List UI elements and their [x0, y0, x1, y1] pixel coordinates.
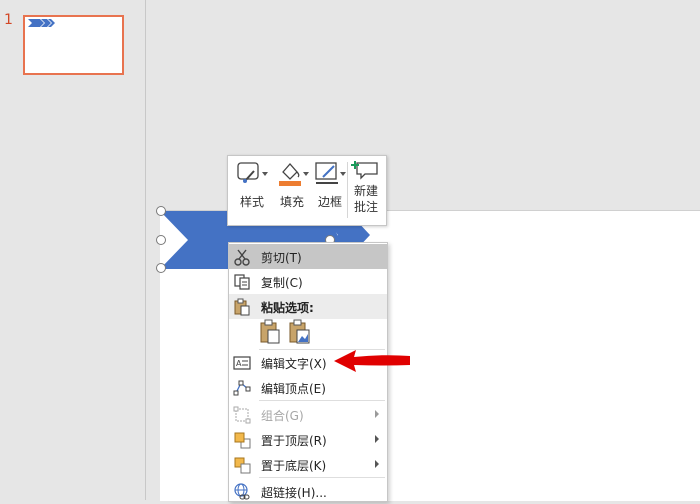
style-button[interactable]: 样式	[234, 160, 270, 210]
group-icon	[233, 406, 251, 424]
fill-button[interactable]: 填充	[274, 160, 310, 210]
outline-button[interactable]: 边框	[312, 160, 348, 210]
copy-icon	[234, 274, 250, 290]
edit-points-label: 编辑顶点(E)	[261, 382, 326, 396]
pane-divider[interactable]	[145, 0, 146, 500]
bring-to-front-label: 置于顶层(R)	[261, 434, 327, 448]
hyperlink-icon	[234, 483, 250, 500]
menu-item-send-to-back[interactable]: 置于底层(K)	[229, 452, 387, 477]
menu-separator	[259, 477, 385, 478]
submenu-chevron-icon	[375, 460, 379, 468]
scissors-icon	[234, 249, 250, 266]
thumbnail-chevron-shape	[28, 19, 55, 27]
edit-points-icon	[233, 380, 251, 396]
new-comment-label-line1: 新建	[353, 184, 378, 198]
new-comment-button[interactable]: 新建 批注	[349, 160, 383, 215]
group-label: 组合(G)	[261, 409, 304, 423]
copy-label: 复制(C)	[261, 276, 303, 290]
menu-separator	[259, 400, 385, 401]
menu-header-paste-options: 粘贴选项:	[229, 294, 387, 319]
slide-thumbnail-pane	[0, 0, 145, 500]
slide-thumbnail[interactable]	[23, 15, 124, 75]
send-to-back-label: 置于底层(K)	[261, 459, 327, 473]
menu-item-hyperlink[interactable]: 超链接(H)...	[229, 479, 387, 504]
paste-keep-source-icon[interactable]	[259, 319, 281, 345]
edit-text-icon: A	[233, 356, 251, 370]
submenu-chevron-icon	[375, 435, 379, 443]
cut-label: 剪切(T)	[261, 251, 302, 265]
menu-item-edit-points[interactable]: 编辑顶点(E)	[229, 375, 387, 400]
slide-number: 1	[4, 12, 13, 28]
menu-item-bring-to-front[interactable]: 置于顶层(R)	[229, 427, 387, 452]
paste-options-label: 粘贴选项:	[261, 301, 314, 315]
svg-text:A: A	[236, 359, 242, 368]
outline-label: 边框	[317, 195, 342, 209]
red-arrow-annotation	[334, 350, 410, 372]
hyperlink-label: 超链接(H)...	[261, 486, 327, 500]
bring-to-front-icon	[234, 432, 251, 449]
submenu-chevron-icon	[375, 410, 379, 418]
clipboard-icon	[234, 298, 250, 316]
fill-label: 填充	[279, 195, 304, 209]
paste-as-picture-icon[interactable]	[288, 319, 310, 345]
paint-bucket-icon	[279, 163, 309, 186]
new-comment-label-line2: 批注	[353, 200, 378, 214]
selection-handle-middle-left[interactable]	[156, 235, 166, 245]
menu-item-group[interactable]: 组合(G)	[229, 402, 387, 427]
shape-style-icon	[237, 162, 268, 183]
selection-handle-top-left[interactable]	[156, 206, 166, 216]
mini-toolbar: 样式 填充 边框 新建 批注	[227, 155, 387, 226]
selection-handle-bottom-left[interactable]	[156, 263, 166, 273]
send-to-back-icon	[234, 457, 251, 474]
menu-item-cut[interactable]: 剪切(T)	[229, 244, 387, 269]
outline-pen-icon	[315, 162, 346, 184]
toolbar-separator	[347, 162, 348, 218]
menu-item-copy[interactable]: 复制(C)	[229, 269, 387, 294]
edit-text-label: 编辑文字(X)	[261, 357, 327, 371]
new-comment-icon	[351, 161, 378, 180]
style-label: 样式	[239, 195, 264, 209]
